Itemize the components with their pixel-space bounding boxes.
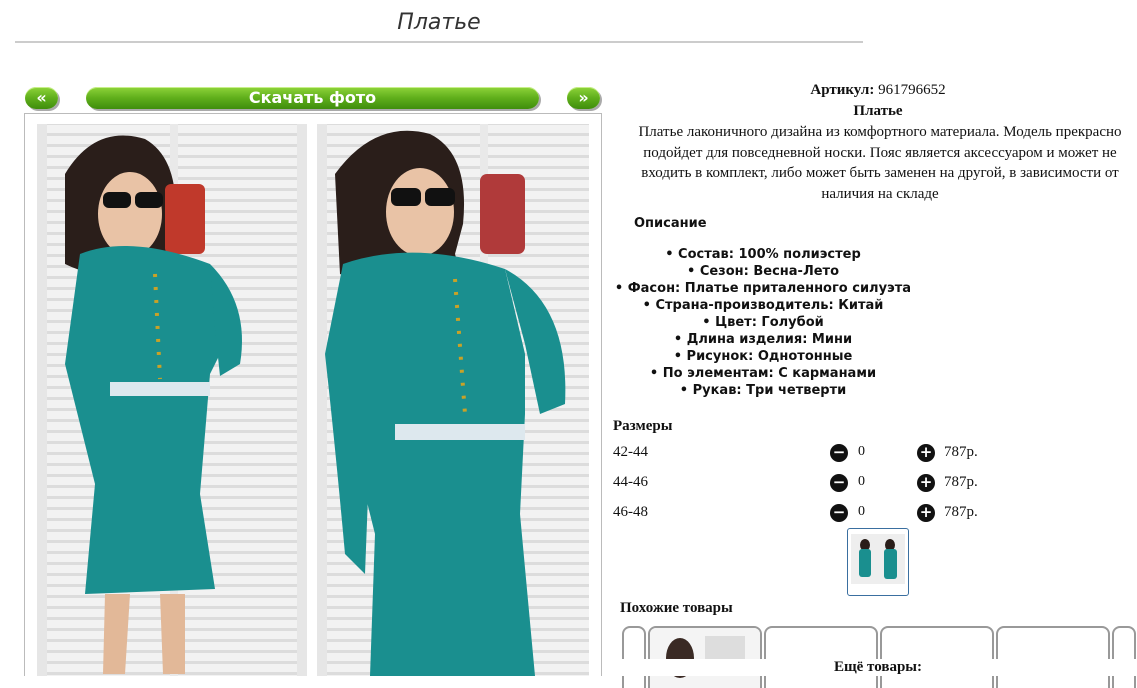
minus-circle-icon[interactable]: − — [830, 474, 848, 492]
sku-line: Артикул: 961796652 — [613, 82, 1137, 99]
title-divider — [15, 41, 863, 43]
minus-circle-icon[interactable]: − — [830, 444, 848, 462]
page-title: Платье — [397, 10, 481, 35]
size-row: 46-48 − 0 + 787р. — [613, 502, 1033, 524]
attribute-item: Состав: 100% полиэстер — [598, 246, 928, 263]
quantity-value: 0 — [858, 474, 865, 489]
product-photo-illustration — [37, 124, 589, 676]
attribute-item: Длина изделия: Мини — [598, 331, 928, 348]
attribute-item: Фасон: Платье приталенного силуэта — [598, 280, 928, 297]
next-photo-button[interactable]: » — [567, 87, 600, 109]
minus-circle-icon[interactable]: − — [830, 504, 848, 522]
similar-products-heading: Похожие товары — [620, 600, 733, 616]
size-label: 46-48 — [613, 504, 648, 520]
sku-label: Артикул: — [810, 82, 875, 98]
price-label: 787р. — [944, 444, 978, 460]
product-description: Платье лаконичного дизайна из комфортног… — [638, 124, 1122, 202]
product-name: Платье — [853, 103, 903, 119]
plus-circle-icon[interactable]: + — [917, 474, 935, 492]
size-label: 42-44 — [613, 444, 648, 460]
product-photo — [24, 113, 602, 676]
price-label: 787р. — [944, 504, 978, 520]
similar-product-card[interactable] — [1112, 626, 1136, 688]
size-label: 44-46 — [613, 474, 648, 490]
similar-product-card[interactable] — [880, 626, 994, 688]
attribute-item: По элементам: С карманами — [598, 365, 928, 382]
price-label: 787р. — [944, 474, 978, 490]
size-row: 44-46 − 0 + 787р. — [613, 472, 1033, 494]
sizes-heading: Размеры — [613, 418, 673, 434]
thumbnail-image — [851, 534, 905, 584]
photo-thumbnail[interactable] — [847, 528, 909, 596]
attribute-list: Состав: 100% полиэстер Сезон: Весна-Лето… — [598, 246, 928, 399]
download-photo-button[interactable]: Скачать фото — [86, 87, 539, 109]
similar-product-card[interactable] — [764, 626, 878, 688]
attribute-item: Страна-производитель: Китай — [598, 297, 928, 314]
quantity-value: 0 — [858, 444, 865, 459]
description-heading: Описание — [634, 216, 707, 231]
attribute-item: Рисунок: Однотонные — [598, 348, 928, 365]
attribute-item: Сезон: Весна-Лето — [598, 263, 928, 280]
prev-photo-button[interactable]: « — [25, 87, 58, 109]
similar-product-card[interactable] — [996, 626, 1110, 688]
similar-product-card[interactable] — [622, 626, 646, 688]
plus-circle-icon[interactable]: + — [917, 444, 935, 462]
more-products-heading: Ещё товары: — [613, 659, 1137, 676]
size-row: 42-44 − 0 + 787р. — [613, 442, 1033, 464]
attribute-item: Цвет: Голубой — [598, 314, 928, 331]
similar-product-card[interactable] — [648, 626, 762, 688]
quantity-value: 0 — [858, 504, 865, 519]
attribute-item: Рукав: Три четверти — [598, 382, 928, 399]
plus-circle-icon[interactable]: + — [917, 504, 935, 522]
sku-value: 961796652 — [878, 82, 946, 98]
similar-product-image — [650, 628, 760, 688]
